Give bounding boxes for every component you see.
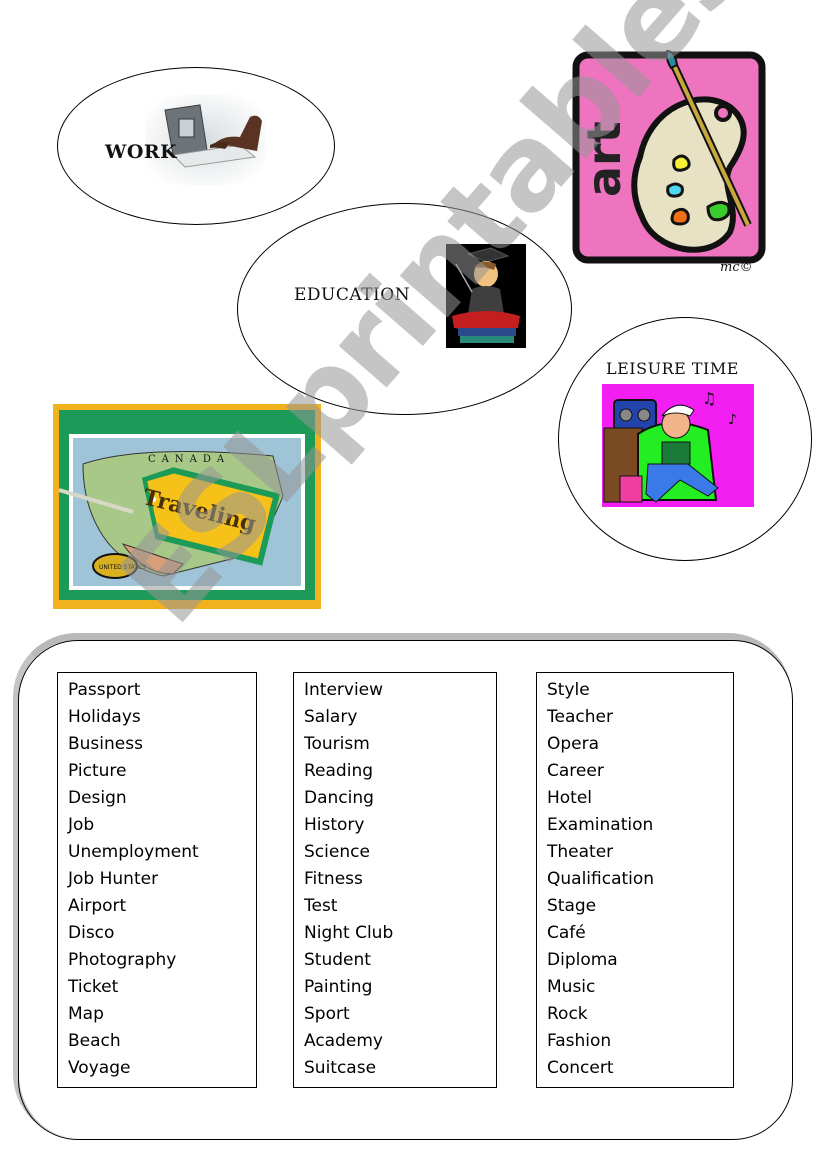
word-item: Opera — [547, 734, 600, 754]
word-item: Test — [304, 896, 338, 916]
word-column-3: Style Teacher Opera Career Hotel Examina… — [536, 672, 734, 1088]
word-item: Music — [547, 977, 596, 997]
word-item: Beach — [68, 1031, 121, 1051]
word-item: Holidays — [68, 707, 141, 727]
word-item: Suitcase — [304, 1058, 377, 1078]
word-item: Academy — [304, 1031, 383, 1051]
map-canada-label: CANADA — [148, 454, 230, 465]
word-item: Business — [68, 734, 143, 754]
graduate-books-image — [446, 244, 526, 348]
svg-text:♪: ♪ — [728, 412, 737, 428]
word-item: Ticket — [68, 977, 119, 997]
word-item: Career — [547, 761, 604, 781]
word-item: Theater — [547, 842, 614, 862]
word-item: Examination — [547, 815, 654, 835]
word-item: Photography — [68, 950, 177, 970]
word-item: Interview — [304, 680, 384, 700]
svg-text:mc©: mc© — [720, 260, 753, 275]
word-item: Dancing — [304, 788, 374, 808]
word-item: Science — [304, 842, 370, 862]
word-item: Voyage — [68, 1058, 131, 1078]
word-item: Stage — [547, 896, 597, 916]
word-item: Disco — [68, 923, 115, 943]
svg-text:♫: ♫ — [702, 389, 716, 408]
word-item: Sport — [304, 1004, 350, 1024]
word-item: Diploma — [547, 950, 618, 970]
word-item: Style — [547, 680, 590, 700]
word-item: Teacher — [547, 707, 613, 727]
word-column-1: Passport Holidays Business Picture Desig… — [57, 672, 257, 1088]
word-item: Picture — [68, 761, 127, 781]
word-item: Salary — [304, 707, 358, 727]
word-item: Fashion — [547, 1031, 612, 1051]
word-item: Passport — [68, 680, 141, 700]
word-item: Airport — [68, 896, 127, 916]
word-item: Student — [304, 950, 371, 970]
word-item: Unemployment — [68, 842, 199, 862]
word-item: Reading — [304, 761, 374, 781]
word-item: Design — [68, 788, 127, 808]
word-item: Job Hunter — [68, 869, 159, 889]
word-item: Hotel — [547, 788, 593, 808]
word-item: History — [304, 815, 365, 835]
svg-text:UNITED STATES: UNITED STATES — [99, 564, 146, 571]
word-item: Job — [68, 815, 95, 835]
word-item: Concert — [547, 1058, 614, 1078]
word-item: Fitness — [304, 869, 363, 889]
word-item: Qualification — [547, 869, 655, 889]
art-palette-image: art mc© — [572, 49, 766, 275]
word-column-2: Interview Salary Tourism Reading Dancing… — [293, 672, 497, 1088]
word-item: Tourism — [304, 734, 370, 754]
word-item: Painting — [304, 977, 373, 997]
traveling-map-image: CANADA UNITED STATES Traveling — [53, 404, 321, 609]
art-word: art — [577, 121, 631, 197]
laptop-typing-image — [145, 95, 265, 185]
word-item: Map — [68, 1004, 104, 1024]
word-item: Café — [547, 923, 586, 943]
work-label: WORK — [105, 141, 178, 163]
word-item: Night Club — [304, 923, 394, 943]
education-label: EDUCATION — [294, 285, 411, 305]
leisure-label: LEISURE TIME — [606, 359, 739, 378]
relaxing-boy-image: ♫ ♪ — [602, 384, 754, 507]
word-item: Rock — [547, 1004, 588, 1024]
